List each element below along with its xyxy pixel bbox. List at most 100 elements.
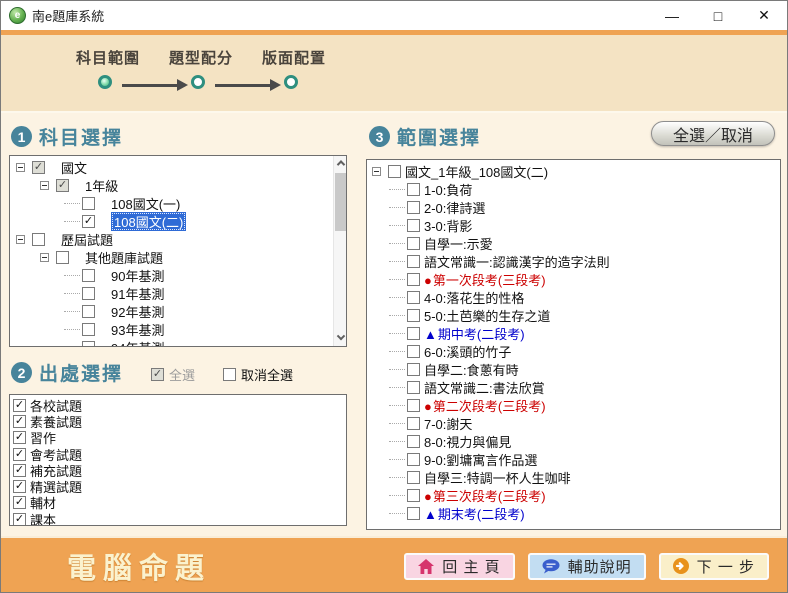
source-checkbox[interactable] [13,399,26,412]
range-tree-box[interactable]: 國文_1年級_108國文(二)1-0:負荷2-0:律詩選3-0:背影自學一:示愛… [366,159,781,530]
help-button[interactable]: 輔助說明 [528,553,646,580]
source-list-item[interactable]: 課本 [10,511,346,526]
source-checkbox[interactable] [13,513,26,526]
scroll-down-icon[interactable] [334,332,347,346]
range-checkbox[interactable] [407,273,420,286]
tree-item-label[interactable]: 108國文(一) [111,194,180,213]
tree-checkbox[interactable] [32,233,45,246]
tree-expand-toggle-icon[interactable] [40,253,49,262]
subject-tree-row[interactable]: 其他題庫試題 [10,248,332,266]
subject-tree-row[interactable]: 92年基測 [10,302,332,320]
range-item-label[interactable]: 自學一:示愛 [424,234,493,253]
range-tree-row[interactable]: 8-0:視力與偏見 [367,432,780,450]
range-root-label[interactable]: 國文_1年級_108國文(二) [405,162,548,181]
range-tree-row[interactable]: ▲期末考(二段考) [367,504,780,522]
tree-item-label[interactable]: 國文 [61,158,87,177]
range-checkbox[interactable] [407,363,420,376]
range-item-label[interactable]: 5-0:土芭樂的生存之道 [424,306,550,325]
subject-tree-row[interactable]: 國文 [10,158,332,176]
subject-tree-row[interactable]: 94年基測 [10,338,332,347]
range-checkbox[interactable] [407,255,420,268]
source-list-item[interactable]: 輔材 [10,495,346,511]
range-item-label[interactable]: 自學二:食蔥有時 [424,360,519,379]
step-circle-2[interactable] [191,75,205,89]
tree-expand-toggle-icon[interactable] [40,181,49,190]
tree-checkbox[interactable] [82,305,95,318]
range-tree-row[interactable]: 9-0:劉墉寓言作品選 [367,450,780,468]
subject-tree-row[interactable]: 91年基測 [10,284,332,302]
tree-item-label[interactable]: 1年級 [85,176,118,195]
range-item-label[interactable]: 1-0:負荷 [424,180,472,199]
range-tree-row[interactable]: ●第一次段考(三段考) [367,270,780,288]
range-tree-row[interactable]: ●第二次段考(三段考) [367,396,780,414]
source-checkbox[interactable] [13,431,26,444]
scrollbar-thumb[interactable] [335,173,346,231]
range-checkbox[interactable] [407,417,420,430]
range-item-label[interactable]: 8-0:視力與偏見 [424,432,511,451]
range-checkbox[interactable] [407,291,420,304]
tree-checkbox[interactable] [82,287,95,300]
range-checkbox[interactable] [407,309,420,322]
source-checkbox[interactable] [13,480,26,493]
range-item-label[interactable]: 9-0:劉墉寓言作品選 [424,450,537,469]
range-item-label[interactable]: 自學三:特調一杯人生咖啡 [424,468,571,487]
tree-item-label[interactable]: 歷屆試題 [61,230,113,249]
range-checkbox[interactable] [407,489,420,502]
subject-tree-box[interactable]: 國文1年級108國文(一)108國文(二)歷屆試題其他題庫試題90年基測91年基… [9,155,347,347]
source-checkbox[interactable] [13,496,26,509]
source-list-item[interactable]: 精選試題 [10,478,346,494]
next-step-button[interactable]: 下 一 步 [659,553,769,580]
tree-item-label[interactable]: 108國文(二) [111,212,186,231]
subject-tree-row[interactable]: 93年基測 [10,320,332,338]
range-tree-row[interactable]: 自學二:食蔥有時 [367,360,780,378]
range-item-label[interactable]: 6-0:溪頭的竹子 [424,342,511,361]
subject-tree-row[interactable]: 108國文(一) [10,194,332,212]
range-tree-row[interactable]: 6-0:溪頭的竹子 [367,342,780,360]
subject-tree-row[interactable]: 歷屆試題 [10,230,332,248]
range-checkbox[interactable] [407,327,420,340]
tree-expand-toggle-icon[interactable] [16,163,25,172]
range-checkbox[interactable] [407,471,420,484]
step-circle-3[interactable] [284,75,298,89]
tree-checkbox[interactable] [82,215,95,228]
select-all-toggle-button[interactable]: 全選／取消 [651,121,775,146]
subject-tree-row[interactable]: 108國文(二) [10,212,332,230]
range-checkbox[interactable] [388,165,401,178]
tree-item-label[interactable]: 93年基測 [111,320,164,339]
range-item-label[interactable]: 語文常識一:認識漢字的造字法則 [424,252,610,271]
range-checkbox[interactable] [407,345,420,358]
subject-tree-row[interactable]: 90年基測 [10,266,332,284]
range-item-label[interactable]: 2-0:律詩選 [424,198,485,217]
source-list-item[interactable]: 會考試題 [10,446,346,462]
range-checkbox[interactable] [407,435,420,448]
tree-expand-toggle-icon[interactable] [16,235,25,244]
range-tree-row[interactable]: ●第三次段考(三段考) [367,486,780,504]
tree-checkbox[interactable] [82,323,95,336]
step-circle-1-active[interactable] [98,75,112,89]
subject-tree-scrollbar[interactable] [333,156,346,346]
range-tree-row[interactable]: 自學三:特調一杯人生咖啡 [367,468,780,486]
range-checkbox[interactable] [407,453,420,466]
tree-expand-toggle-icon[interactable] [372,167,381,176]
source-list-item[interactable]: 素養試題 [10,413,346,429]
tree-checkbox[interactable] [56,179,69,192]
select-all-checkbox[interactable]: 全選 [151,365,195,384]
close-button[interactable]: ✕ [741,1,787,30]
range-item-label[interactable]: ▲期中考(二段考) [424,324,525,343]
tree-checkbox[interactable] [32,161,45,174]
range-item-label[interactable]: ●第一次段考(三段考) [424,270,546,289]
range-item-label[interactable]: 4-0:落花生的性格 [424,288,524,307]
minimize-button[interactable]: — [649,1,695,30]
range-item-label[interactable]: ●第三次段考(三段考) [424,486,546,505]
scroll-up-icon[interactable] [334,156,347,170]
source-list-item[interactable]: 習作 [10,430,346,446]
source-item-label[interactable]: 課本 [30,510,56,526]
range-tree-row[interactable]: 7-0:謝天 [367,414,780,432]
range-checkbox[interactable] [407,183,420,196]
select-all-checkbox-box[interactable] [151,368,164,381]
range-checkbox[interactable] [407,201,420,214]
range-checkbox[interactable] [407,399,420,412]
tree-checkbox[interactable] [82,341,95,348]
range-item-label[interactable]: ▲期末考(二段考) [424,504,525,523]
range-tree-row[interactable]: 5-0:土芭樂的生存之道 [367,306,780,324]
